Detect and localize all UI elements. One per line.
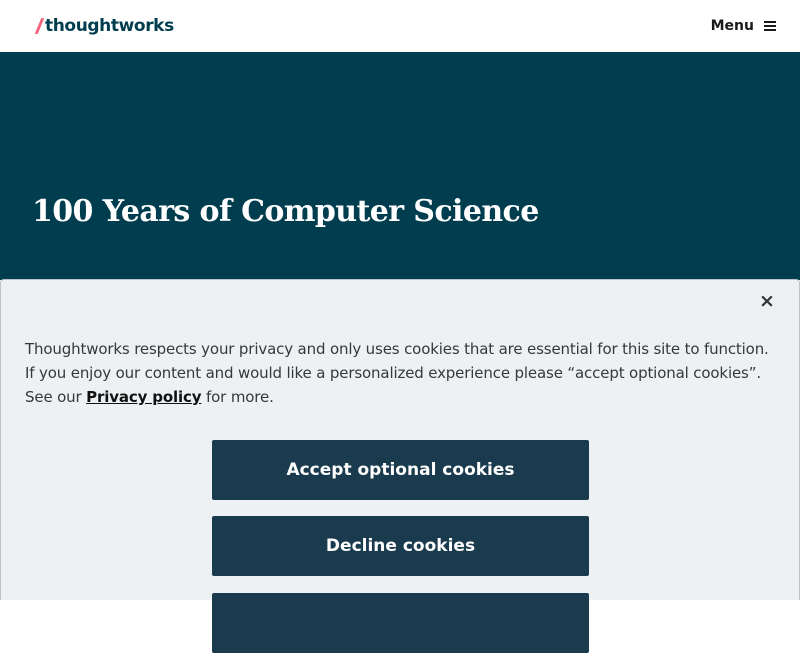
cookie-message: Thoughtworks respects your privacy and o… [25, 337, 777, 409]
logo-slash-icon [34, 18, 45, 34]
cookie-settings-button[interactable] [212, 593, 589, 653]
menu-button[interactable]: Menu [711, 17, 776, 35]
thoughtworks-logo[interactable]: thoughtworks [34, 14, 174, 38]
hero-banner: 100 Years of Computer Science [0, 52, 800, 280]
decline-cookies-button[interactable]: Decline cookies [212, 516, 589, 576]
close-icon[interactable]: × [757, 291, 777, 311]
logo-text: thoughtworks [45, 16, 174, 36]
hamburger-icon [764, 21, 776, 31]
accept-optional-cookies-button[interactable]: Accept optional cookies [212, 440, 589, 500]
page-title: 100 Years of Computer Science [32, 194, 539, 229]
site-header: thoughtworks Menu [0, 0, 800, 52]
cookie-consent-banner: × Thoughtworks respects your privacy and… [0, 279, 800, 653]
menu-label: Menu [710, 18, 754, 34]
privacy-policy-link[interactable]: Privacy policy [86, 388, 201, 406]
cookie-message-end: for more. [201, 388, 274, 406]
